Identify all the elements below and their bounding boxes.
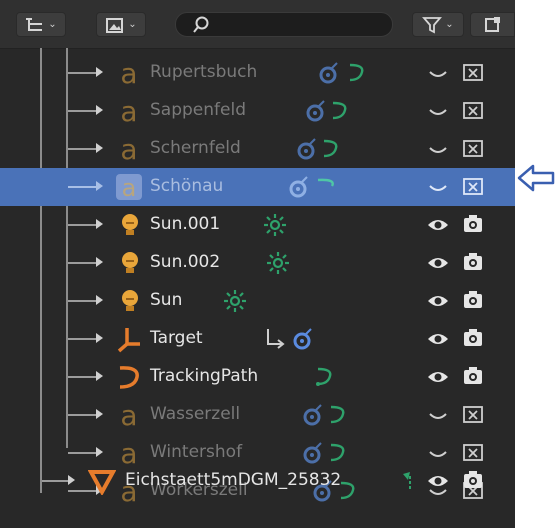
mesh-data-icon[interactable] [398, 468, 424, 494]
search-input[interactable] [175, 12, 393, 37]
camera-icon[interactable] [462, 289, 484, 311]
light-data-icon[interactable] [262, 212, 288, 238]
camera-disabled-icon[interactable] [462, 441, 484, 463]
filter-view-button[interactable]: ⌄ [96, 12, 146, 37]
new-collection-button[interactable] [470, 12, 515, 37]
modifier-icon[interactable] [286, 174, 312, 200]
eye-icon[interactable] [427, 214, 449, 236]
eye-icon[interactable] [427, 366, 449, 388]
svg-text:a: a [120, 59, 137, 87]
list-item[interactable]: a Schernfeld [0, 130, 515, 168]
list-item[interactable]: Eichstaett5mDGM_25832 [0, 462, 515, 500]
chevron-down-icon: ⌄ [48, 19, 57, 30]
modifier-icon[interactable] [316, 60, 342, 86]
list-item[interactable]: TrackingPath [0, 358, 515, 396]
text-object-icon: a [120, 59, 137, 87]
eye-closed-icon[interactable] [427, 62, 449, 84]
svg-text:a: a [120, 135, 137, 163]
list-item[interactable]: Sun.002 [0, 244, 515, 282]
eye-closed-icon[interactable] [427, 176, 449, 198]
mesh-icon [88, 470, 116, 495]
chevron-down-icon: ⌄ [128, 19, 137, 30]
filter-button[interactable]: ⌄ [412, 12, 464, 37]
text-object-icon: a [120, 401, 137, 429]
modifier-icon[interactable] [294, 136, 320, 162]
object-label: Sun [150, 290, 183, 310]
search-icon [193, 16, 209, 33]
camera-icon[interactable] [462, 251, 484, 273]
parent-arrow-icon[interactable] [262, 326, 288, 352]
display-mode-button[interactable]: ⌄ [16, 12, 66, 37]
light-bulb-icon [122, 252, 138, 273]
object-label: Target [150, 328, 203, 348]
outliner-header: ⌄ ⌄ ⌄ [0, 0, 515, 49]
eye-icon[interactable] [427, 328, 449, 350]
camera-disabled-icon[interactable] [462, 175, 484, 197]
list-item-selected[interactable]: a Schönau [0, 168, 515, 206]
modifier-icon[interactable] [300, 402, 326, 428]
light-bulb-icon [122, 290, 138, 311]
svg-text:a: a [120, 97, 137, 125]
constraint-icon[interactable] [318, 136, 344, 162]
eye-icon[interactable] [427, 252, 449, 274]
camera-icon[interactable] [462, 213, 484, 235]
object-label: Wasserzell [150, 404, 241, 424]
svg-text:a: a [120, 401, 137, 429]
eye-closed-icon[interactable] [427, 442, 449, 464]
eye-icon[interactable] [427, 470, 449, 492]
list-item[interactable]: a Rupertsbuch [0, 54, 515, 92]
funnel-icon [422, 16, 443, 33]
camera-icon[interactable] [462, 469, 484, 491]
light-data-icon[interactable] [222, 288, 248, 314]
object-label: Schönau [150, 176, 224, 196]
camera-disabled-icon[interactable] [462, 137, 484, 159]
text-object-icon: a [120, 97, 137, 125]
eye-closed-icon[interactable] [427, 404, 449, 426]
outliner-panel: ⌄ ⌄ ⌄ a Rupertsbuch a Sappenfeld a Scher… [0, 0, 515, 528]
outliner-tree: a Rupertsbuch a Sappenfeld a Schernfeld … [0, 48, 515, 528]
empty-axes-icon [117, 328, 140, 353]
constraint-icon[interactable] [327, 98, 353, 124]
curve-data-icon[interactable] [312, 364, 338, 390]
arrow-left-icon [517, 164, 555, 192]
new-collection-icon [484, 16, 500, 32]
chevron-down-icon: ⌄ [445, 19, 454, 30]
modifier-icon[interactable] [290, 326, 316, 352]
object-label: TrackingPath [150, 366, 259, 386]
list-item[interactable]: Sun [0, 282, 515, 320]
light-data-icon[interactable] [265, 250, 291, 276]
constraint-icon[interactable] [314, 174, 340, 200]
object-label: Schernfeld [150, 138, 241, 158]
list-item[interactable]: Target [0, 320, 515, 358]
eye-icon[interactable] [427, 290, 449, 312]
eye-closed-icon[interactable] [427, 138, 449, 160]
eye-closed-icon[interactable] [427, 100, 449, 122]
camera-disabled-icon[interactable] [462, 403, 484, 425]
camera-disabled-icon[interactable] [462, 61, 484, 83]
object-label: Wintershof [150, 442, 243, 462]
constraint-icon[interactable] [344, 60, 370, 86]
camera-icon[interactable] [462, 365, 484, 387]
list-item[interactable]: a Sappenfeld [0, 92, 515, 130]
object-label: Eichstaett5mDGM_25832 [125, 470, 342, 490]
curve-icon [119, 366, 139, 389]
outliner-icon [26, 17, 43, 31]
modifier-icon[interactable] [303, 98, 329, 124]
object-label: Sappenfeld [150, 100, 246, 120]
object-label: Sun.002 [150, 252, 221, 272]
camera-icon[interactable] [462, 327, 484, 349]
light-bulb-icon [122, 214, 138, 235]
object-label: Rupertsbuch [150, 62, 258, 82]
object-label: Sun.001 [150, 214, 221, 234]
camera-disabled-icon[interactable] [462, 99, 484, 121]
list-item[interactable]: Sun.001 [0, 206, 515, 244]
text-object-icon: a [120, 135, 137, 163]
list-item[interactable]: a Wasserzell [0, 396, 515, 434]
constraint-icon[interactable] [325, 402, 351, 428]
text-object-icon: a [116, 174, 142, 201]
svg-text:a: a [122, 174, 137, 201]
image-icon [106, 17, 124, 33]
